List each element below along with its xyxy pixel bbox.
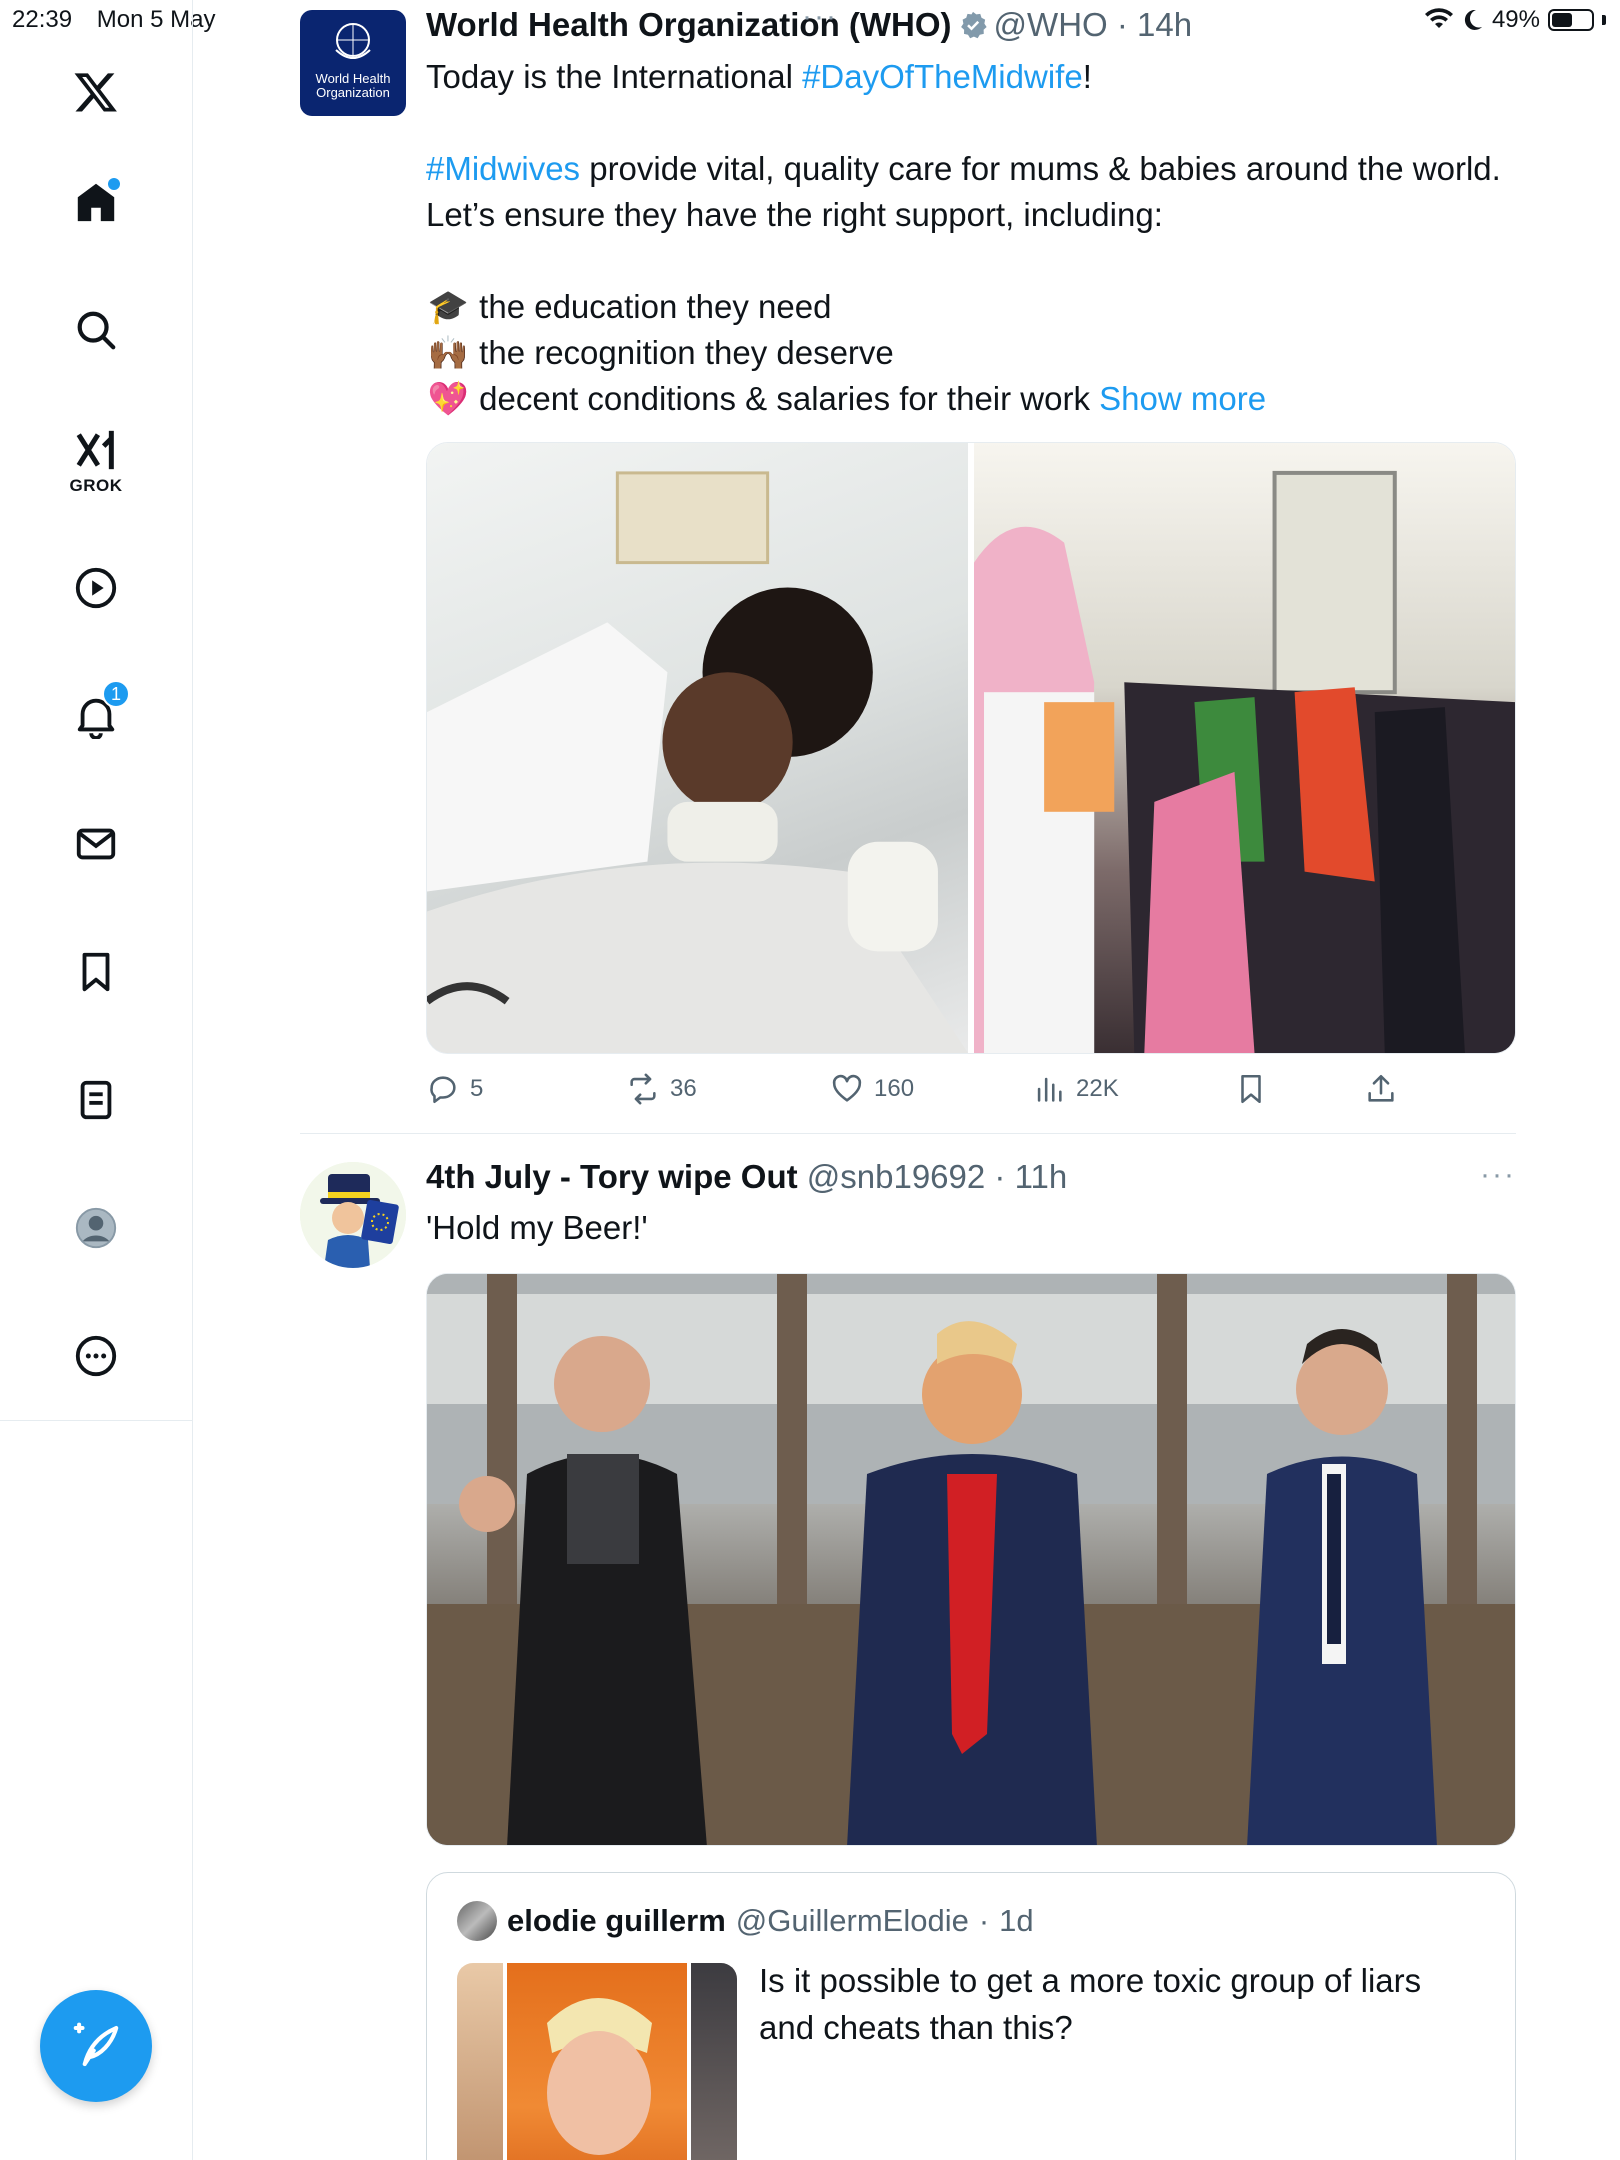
battery-fill [1552,13,1572,27]
hashtag-dayofthemidwife[interactable]: #DayOfTheMidwife [802,58,1083,95]
tweet-text-line1: Today is the International [426,58,803,95]
repost-icon [630,1073,656,1105]
battery-tip [1602,15,1606,25]
quote-avatar[interactable] [457,1901,497,1941]
hashtag-midwives[interactable]: #Midwives [426,150,580,187]
bullet-education: the education they need [479,288,832,325]
sidebar-divider [0,1420,193,1421]
lists-icon [80,1080,112,1120]
x-logo-icon[interactable] [66,62,126,122]
tweet-text-2: 'Hold my Beer!' [426,1209,648,1246]
quote-photo-left [457,1963,503,2160]
raised-hands-icon: 🙌🏾 [427,334,469,371]
share-button[interactable] [1364,1072,1398,1106]
profile-icon [75,1207,117,1249]
quote-text: Is it possible to get a more toxic group… [759,1962,1422,2046]
midwife-photo-2[interactable] [974,443,1515,1053]
nav-more[interactable] [66,1326,126,1386]
like-count: 160 [874,1075,915,1102]
nav-messages[interactable] [66,814,126,874]
reply-count: 5 [470,1075,484,1102]
wifi-icon [1424,8,1453,28]
author-name-2[interactable]: 4th July - Tory wipe Out [426,1158,798,1195]
quote-tweet[interactable]: elodie guillerm @GuillermElodie · 1d Is it… [426,1872,1516,2160]
grok-label: GROK [69,476,123,495]
tweet-media-grid [426,442,1516,1054]
home-new-dot [108,178,120,190]
nav-search[interactable] [66,300,126,360]
tweet-header-2: 4th July - Tory wipe Out @snb19692 · 11h [426,1158,1068,1195]
midwife-photo-1[interactable] [427,443,968,1053]
tweet-body-2: 'Hold my Beer!' [426,1205,1516,1251]
tweet-separator [300,1133,1516,1134]
nav-grok[interactable] [66,420,126,480]
repost-count: 36 [670,1075,697,1102]
moon-icon [1464,9,1482,30]
compose-feather-icon [73,2022,119,2067]
verified-badge-icon [960,11,987,39]
sparkling-heart-icon: 💖 [427,380,469,417]
status-indicators: 49% [1424,6,1606,34]
quote-photo-right [691,1963,737,2160]
views-button[interactable]: 22K [1032,1072,1119,1106]
graduation-cap-icon: 🎓 [427,288,469,325]
who-emblem-icon [335,23,371,59]
quote-author-name[interactable]: elodie guillerm [507,1903,726,1939]
tweet-more-icon[interactable]: ··· [802,0,838,34]
tweet-body: Today is the International #DayOfTheMidw… [426,54,1516,422]
tweet-time[interactable]: 14h [1137,6,1192,43]
sidebar: GROK 1 [0,0,193,2160]
quote-time: 1d [999,1903,1034,1938]
search-icon [77,311,116,350]
quote-media[interactable] [457,1963,737,2160]
author-handle-2[interactable]: @snb19692 [807,1158,985,1195]
bullet-conditions: decent conditions & salaries for their w… [479,380,1090,417]
nav-notifications[interactable]: 1 [66,680,130,746]
nav-videos[interactable] [66,558,126,618]
reply-button[interactable]: 5 [426,1072,483,1106]
author-handle[interactable]: @WHO [994,6,1108,43]
quote-author-handle[interactable]: @GuillermElodie [736,1903,969,1939]
nav-home[interactable] [66,172,126,232]
nav-bookmarks[interactable] [66,942,126,1002]
bullet-recognition: the recognition they deserve [479,334,894,371]
bookmark-icon [1241,1074,1261,1104]
notification-badge: 1 [102,680,130,708]
tweet-more-icon[interactable]: ··· [1480,1158,1516,1192]
like-button[interactable]: 160 [830,1072,914,1106]
quote-header: elodie guillerm @GuillermElodie · 1d [457,1901,1034,1941]
user-avatar[interactable] [300,1162,406,1268]
battery-icon [1548,9,1594,31]
who-avatar[interactable]: World Health Organization [300,10,406,116]
share-icon [1368,1074,1394,1102]
repost-button[interactable]: 36 [626,1072,697,1106]
tweet-photo-2[interactable] [426,1273,1516,1846]
reply-icon [430,1076,456,1104]
tweet-actions: 5 36 160 22K [426,1072,1516,1116]
nav-lists[interactable] [66,1070,126,1130]
heart-icon [832,1074,862,1102]
grok-icon [76,430,114,470]
who-avatar-label: World Health Organization [315,71,391,100]
bookmark-tweet-button[interactable] [1234,1072,1268,1106]
show-more-link[interactable]: Show more [1099,380,1266,417]
views-icon [1037,1077,1062,1102]
views-count: 22K [1076,1075,1119,1102]
compose-button[interactable] [40,1990,152,2102]
more-circle-icon [75,1335,117,1377]
tweet-text-line2: provide vital, quality care for mums & b… [426,150,1501,233]
bookmark-icon [82,952,110,992]
play-icon [75,567,117,609]
author-name[interactable]: World Health Organization (WHO) [426,6,952,43]
quote-photo-center [507,1963,687,2160]
nav-profile[interactable] [66,1198,126,1258]
tweet-time-2[interactable]: 11h [1015,1158,1068,1195]
battery-percent: 49% [1491,6,1540,33]
tweet-text-line1-suffix: ! [1082,58,1092,95]
envelope-icon [76,828,116,860]
